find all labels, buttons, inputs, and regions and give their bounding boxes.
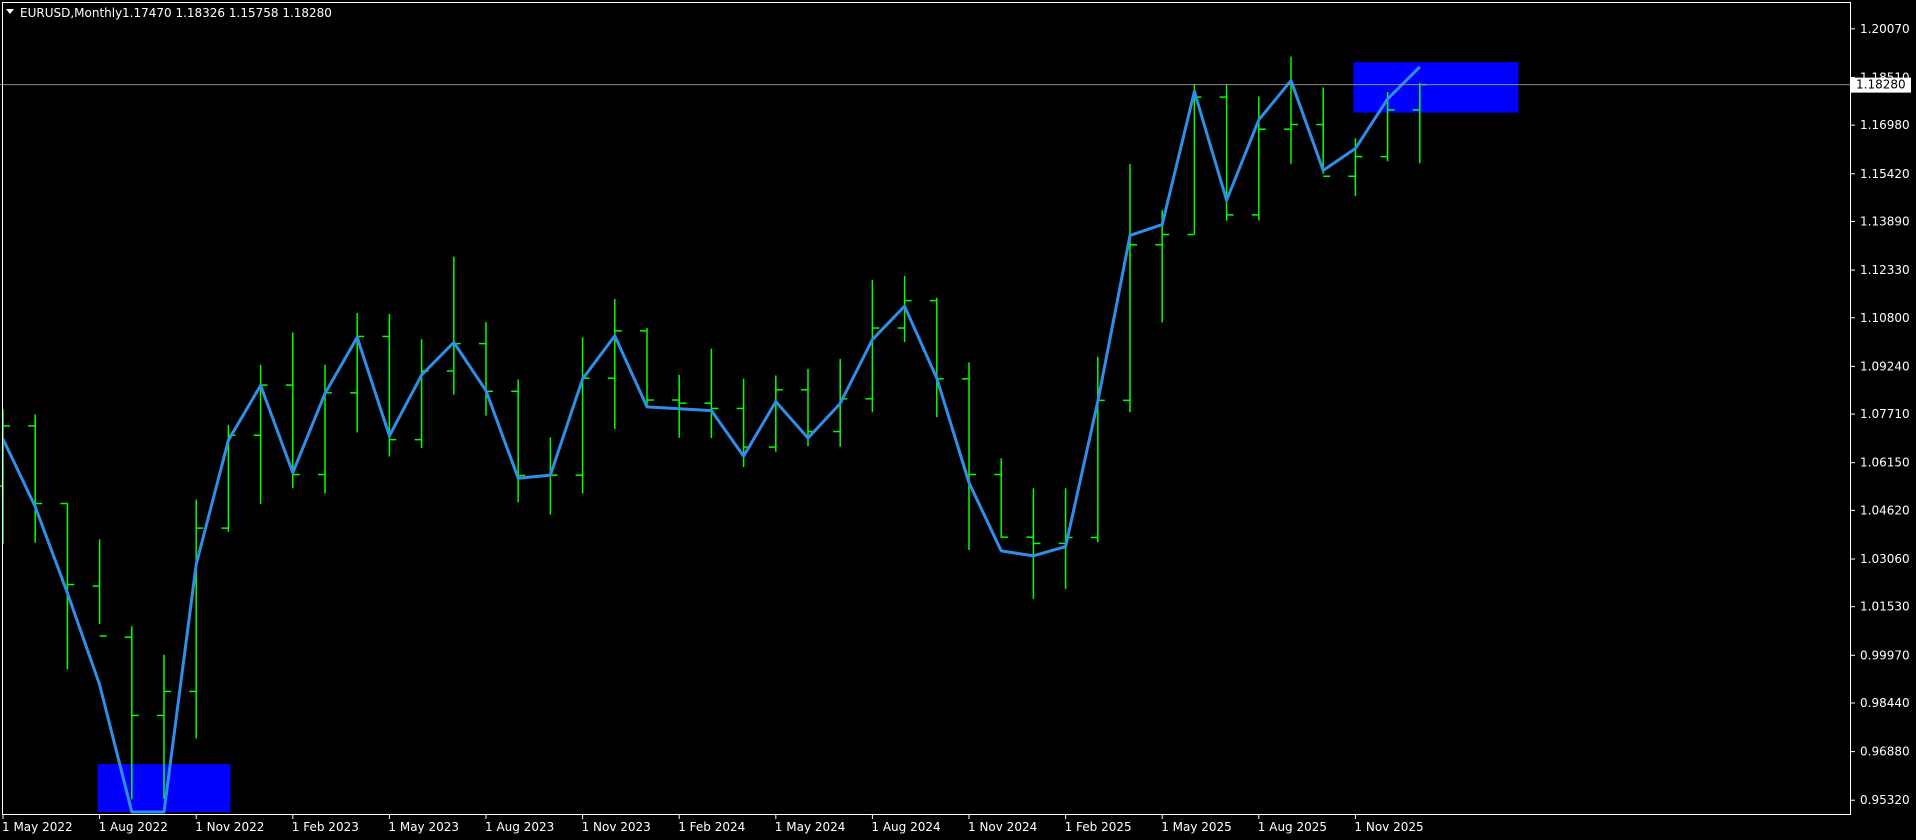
chart-background — [0, 0, 1916, 840]
x-tick-label: 1 Aug 2024 — [871, 820, 940, 834]
x-tick-label: 1 May 2024 — [775, 820, 846, 834]
y-tick-label: 1.04620 — [1860, 503, 1910, 517]
y-tick-label: 1.13890 — [1860, 214, 1910, 228]
y-tick-label: 1.10800 — [1860, 311, 1910, 325]
y-tick-label: 1.06150 — [1860, 456, 1910, 470]
y-tick-label: 0.95320 — [1860, 793, 1910, 807]
y-tick-label: 1.07710 — [1860, 407, 1910, 421]
y-tick-label: 1.16980 — [1860, 118, 1910, 132]
y-tick-label: 0.99970 — [1860, 648, 1910, 662]
x-tick-label: 1 May 2022 — [2, 820, 73, 834]
x-tick-label: 1 Feb 2025 — [1065, 820, 1132, 834]
price-chart[interactable]: 1.200701.185101.169801.154201.138901.123… — [0, 0, 1916, 840]
x-tick-label: 1 May 2023 — [388, 820, 459, 834]
x-tick-label: 1 Nov 2023 — [582, 820, 651, 834]
y-tick-label: 1.01530 — [1860, 600, 1910, 614]
x-tick-label: 1 Nov 2022 — [195, 820, 264, 834]
y-tick-label: 0.96880 — [1860, 745, 1910, 759]
x-tick-label: 1 Nov 2025 — [1354, 820, 1423, 834]
x-tick-label: 1 Aug 2025 — [1258, 820, 1327, 834]
y-tick-label: 1.03060 — [1860, 552, 1910, 566]
chart-header: EURUSD,Monthly 1.17470 1.18326 1.15758 1… — [6, 6, 332, 20]
y-tick-label: 1.15420 — [1860, 167, 1910, 181]
symbol-label: EURUSD,Monthly — [20, 6, 122, 20]
current-price-label: 1.18280 — [1856, 78, 1906, 92]
x-tick-label: 1 Nov 2024 — [968, 820, 1037, 834]
x-tick-label: 1 Feb 2023 — [292, 820, 359, 834]
x-tick-label: 1 Aug 2023 — [485, 820, 554, 834]
ohlc-readout: 1.17470 1.18326 1.15758 1.18280 — [122, 6, 332, 20]
x-tick-label: 1 Feb 2024 — [678, 820, 745, 834]
x-tick-label: 1 May 2025 — [1161, 820, 1232, 834]
y-tick-label: 1.09240 — [1860, 359, 1910, 373]
current-price-tag: 1.18280 — [1851, 77, 1911, 93]
chart-window[interactable]: 1.20070 1.18510 1.16980 1.15420 1.13890 1.123… — [0, 0, 1916, 840]
zone-rect — [1353, 62, 1519, 113]
y-tick-label: 1.20070 — [1860, 22, 1910, 36]
y-tick-label: 0.98440 — [1860, 696, 1910, 710]
y-tick-label: 1.12330 — [1860, 263, 1910, 277]
x-tick-label: 1 Aug 2022 — [99, 820, 168, 834]
